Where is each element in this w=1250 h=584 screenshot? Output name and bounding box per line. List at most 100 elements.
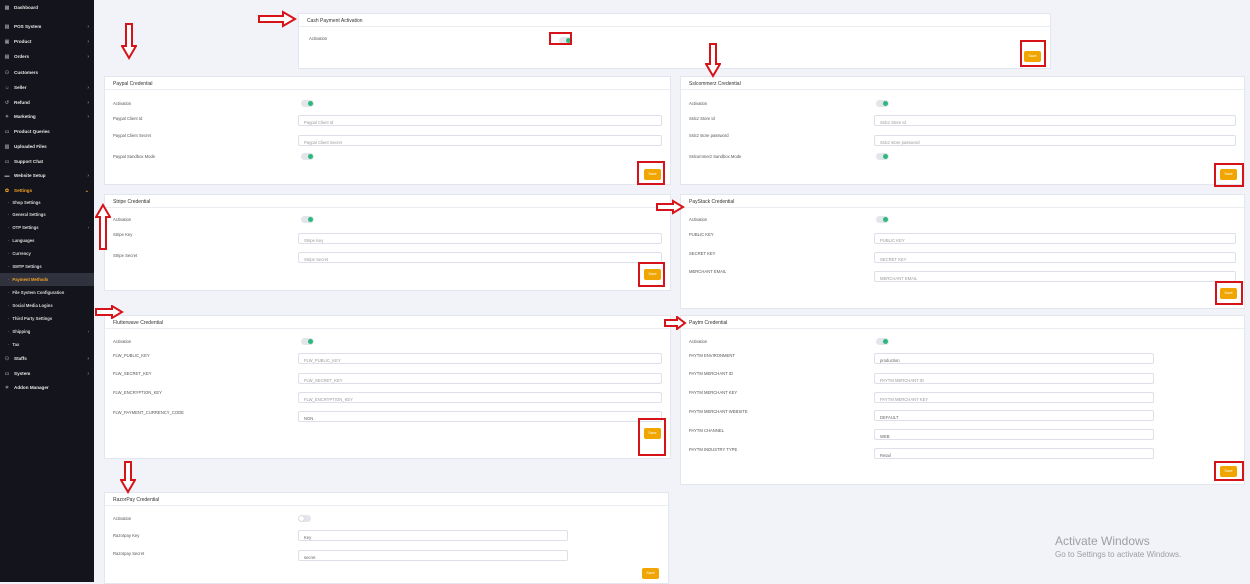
stripe-panel: Stripe Credential Activation Stripe Key … [104,194,671,291]
sidebar-sub-languages[interactable]: · Languages [0,234,94,247]
paystack-merchant-email-input[interactable]: MERCHANT EMAIL [874,271,1236,282]
panel-title: Paytm Credential [681,316,1244,329]
save-button[interactable]: Save [642,568,659,579]
sslcz-store-password-input[interactable]: Sslcz store password [874,135,1236,146]
sslcommerz-activation-toggle[interactable] [876,100,889,107]
system-icon: ▭ [4,370,10,377]
panel-title: Cash Payment Activation [299,14,1050,27]
stripe-activation-toggle[interactable] [301,216,314,223]
flw-encryption-key-label: FLW_ENCRYPTION_KEY [113,390,162,395]
sidebar-item-marketing[interactable]: ✦ Marketing › [0,110,94,123]
sidebar-item-support-chat[interactable]: ▭ Support Chat [0,155,94,168]
razorpay-activation-toggle[interactable] [298,515,311,522]
sidebar-item-seller[interactable]: ☺ Seller › [0,81,94,94]
sidebar-sub-otp-settings[interactable]: · OTP Settings › [0,221,94,234]
chevron-right-icon: › [87,99,89,106]
product-icon: ▣ [4,38,10,45]
panel-title: Sslcommerz Credential [681,77,1244,90]
chevron-down-icon: ⌄ [84,187,89,194]
flw-currency-label: FLW_PAYMENT_CURRENCY_CODE [113,410,184,415]
sidebar-sub-file-system-configuration[interactable]: · File System Configuration [0,286,94,299]
paytm-merchant-website-input[interactable]: DEFAULT [874,410,1154,421]
paypal-activation-toggle[interactable] [301,100,314,107]
sslcommerz-sandbox-toggle[interactable] [876,153,889,160]
sidebar-sub-payment-methods[interactable]: · Payment Methods [0,273,94,286]
stripe-secret-input[interactable]: Stripe Secret [298,252,662,263]
sidebar-item-pos-system[interactable]: ▤ POS System › [0,20,94,33]
paytm-industry-type-input[interactable]: Retail [874,448,1154,459]
sidebar-item-dashboard[interactable]: ▦ Dashboard [0,1,94,14]
razorpay-key-input[interactable]: Key [298,530,568,541]
annotation-box [1215,281,1243,305]
sidebar-sub-shipping[interactable]: · Shipping › [0,325,94,338]
activation-label: Activation [689,339,708,344]
dashboard-icon: ▦ [4,4,10,11]
flw-secret-key-input[interactable]: FLW_SECRET_KEY [298,373,662,384]
paypal-sandbox-toggle[interactable] [301,153,314,160]
sidebar-item-system[interactable]: ▭ System › [0,367,94,380]
flw-encryption-key-input[interactable]: FLW_ENCRYPTION_KEY [298,392,662,403]
paytm-merchant-id-input[interactable]: PAYTM MERCHANT ID [874,373,1154,384]
settings-icon: ✿ [4,187,10,194]
chat-icon: ▭ [4,158,10,165]
sslcommerz-panel: Sslcommerz Credential Activation Sslcz S… [680,76,1245,185]
sidebar-sub-tax[interactable]: · Tax [0,338,94,351]
razorpay-secret-input[interactable]: secret [298,550,568,561]
panel-title: RazorPay Credential [105,493,668,506]
flw-currency-input[interactable]: NGN [298,411,662,422]
sidebar-item-customers[interactable]: ⚇ Customers [0,66,94,79]
razorpay-key-label: Razorpay Key [113,533,140,538]
activation-label: Activation [113,101,132,106]
paytm-channel-input[interactable]: WEB [874,429,1154,440]
sidebar-item-product-queries[interactable]: ▭ Product Queries [0,125,94,138]
paypal-panel: Paypal Credential Activation Paypal Clie… [104,76,671,185]
arrow-right-icon [258,10,297,28]
sidebar-sub-currency[interactable]: · Currency [0,247,94,260]
merchant-email-label: MERCHANT EMAIL [689,269,727,274]
orders-icon: ▤ [4,53,10,60]
arrow-right-icon [664,316,687,330]
secret-key-label: SECRET KEY [689,251,716,256]
paystack-public-key-input[interactable]: PUBLIC KEY [874,233,1236,244]
sidebar-sub-third-party-settings[interactable]: · Third Party Settings [0,312,94,325]
flw-public-key-input[interactable]: FLW_PUBLIC_KEY [298,353,662,364]
refund-icon: ↺ [4,99,10,106]
annotation-box [638,418,666,456]
merchant-website-label: PAYTM MERCHANT WEBSITE [689,409,748,414]
sidebar-item-orders[interactable]: ▤ Orders › [0,50,94,63]
razorpay-secret-label: Razorpay Secret [113,551,145,556]
paystack-secret-key-input[interactable]: SECRET KEY [874,252,1236,263]
client-secret-label: Paypal Client Secret [113,133,151,138]
sidebar-item-product[interactable]: ▣ Product › [0,35,94,48]
pos-icon: ▤ [4,23,10,30]
sidebar-sub-shop-settings[interactable]: · Shop Settings [0,196,94,209]
sidebar-item-uploaded-files[interactable]: ▥ Uploaded Files [0,140,94,153]
arrow-down-icon [120,461,136,494]
chevron-right-icon: › [87,84,89,91]
sslcz-store-id-input[interactable]: Sslcz Store Id [874,115,1236,126]
stripe-key-input[interactable]: Stripe Key [298,233,662,244]
paytm-merchant-key-input[interactable]: PAYTM MERCHANT KEY [874,392,1154,403]
chevron-right-icon: › [87,328,89,334]
sidebar-item-website-setup[interactable]: ▬ Website Setup › [0,169,94,182]
client-id-label: Paypal Client Id [113,116,143,121]
marketing-icon: ✦ [4,113,10,120]
files-icon: ▥ [4,143,10,150]
sidebar-item-addon-manager[interactable]: ✶ Addon Manager [0,381,94,394]
environment-label: PAYTM ENVIRONMENT [689,353,735,358]
paytm-environment-input[interactable]: production [874,353,1154,364]
website-icon: ▬ [4,172,10,179]
paystack-activation-toggle[interactable] [876,216,889,223]
sidebar-sub-social-media-logins[interactable]: · Social Media Logins [0,299,94,312]
sidebar-sub-smtp-settings[interactable]: · SMTP Settings [0,260,94,273]
sidebar-item-refund[interactable]: ↺ Refund › [0,96,94,109]
paypal-client-secret-input[interactable]: Paypal Client Secret [298,135,662,146]
sidebar-item-staffs[interactable]: ⚇ Staffs › [0,352,94,365]
flutterwave-activation-toggle[interactable] [301,338,314,345]
paypal-client-id-input[interactable]: Paypal Client Id [298,115,662,126]
arrow-right-icon [656,199,685,215]
annotation-box [549,32,572,45]
sidebar: ▦ Dashboard ▤ POS System › ▣ Product › ▤ Order… [0,0,94,582]
sidebar-sub-general-settings[interactable]: · General Settings [0,208,94,221]
paytm-activation-toggle[interactable] [876,338,889,345]
